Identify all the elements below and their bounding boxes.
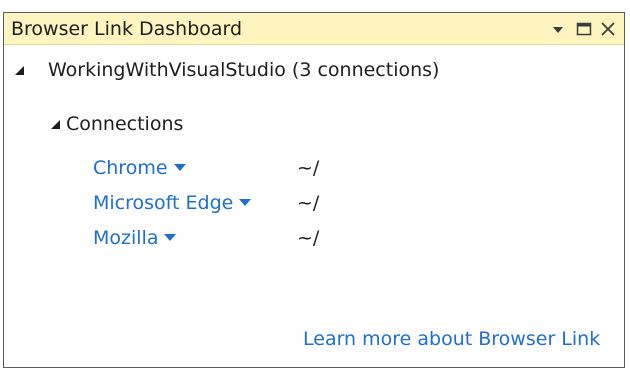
- panel-title: Browser Link Dashboard: [11, 18, 243, 40]
- connection-path: ~/: [297, 157, 320, 179]
- browser-name: Microsoft Edge: [93, 192, 234, 214]
- chevron-down-icon: [164, 233, 177, 241]
- connections-expander-icon[interactable]: [49, 117, 63, 131]
- browser-name: Mozilla: [93, 227, 159, 249]
- chevron-down-icon: [173, 163, 186, 171]
- learn-more-link[interactable]: Learn more about Browser Link: [303, 327, 600, 351]
- project-node-label[interactable]: WorkingWithVisualStudio (3 connections): [48, 58, 439, 82]
- connection-browser-microsoft-edge[interactable]: Microsoft Edge: [93, 191, 252, 215]
- connection-browser-mozilla[interactable]: Mozilla: [93, 226, 177, 250]
- connection-path: ~/: [297, 192, 320, 214]
- connection-browser-chrome[interactable]: Chrome: [93, 156, 186, 180]
- close-icon[interactable]: [598, 18, 618, 40]
- connections-group-label[interactable]: Connections: [66, 112, 183, 136]
- chevron-down-icon: [239, 198, 252, 206]
- project-expander-icon[interactable]: [13, 63, 27, 77]
- connection-path: ~/: [297, 227, 320, 249]
- browser-link-dashboard-panel: Browser Link Dashboard WorkingWithVisual…: [3, 12, 625, 368]
- browser-name: Chrome: [93, 157, 168, 179]
- title-bar: Browser Link Dashboard: [4, 13, 624, 45]
- window-position-dropdown-icon[interactable]: [548, 18, 568, 40]
- maximize-icon[interactable]: [574, 18, 594, 40]
- connections-tree: WorkingWithVisualStudio (3 connections) …: [4, 45, 624, 367]
